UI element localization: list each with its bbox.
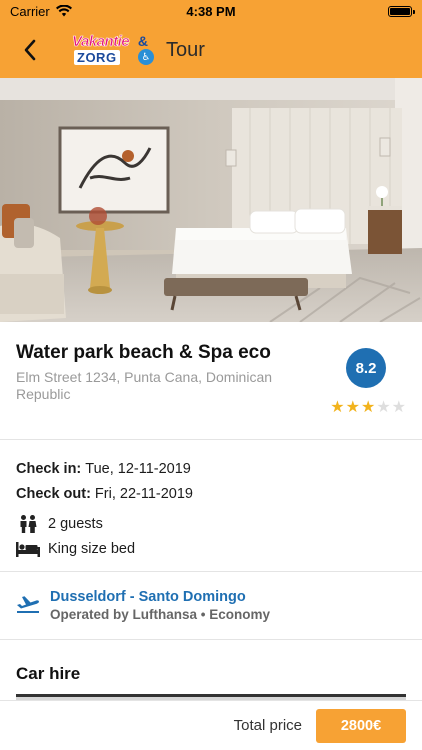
status-left: Carrier (10, 4, 72, 19)
guests-row: 2 guests (16, 511, 406, 536)
price-footer: Total price 2800€ (0, 700, 422, 750)
book-price-button[interactable]: 2800€ (316, 708, 406, 743)
check-out-label: Check out: (16, 485, 91, 502)
nav-bar: Vakantie & ZORG ♿ Tour (0, 22, 422, 78)
flight-row[interactable]: Dusseldorf - Santo Domingo Operated by L… (0, 572, 422, 640)
brand-logo: Vakantie & ZORG ♿ (72, 31, 154, 69)
page-title: Tour (166, 38, 205, 61)
rating-badge: 8.2 (346, 348, 386, 388)
bed-row: King size bed (16, 536, 406, 561)
check-in-label: Check in: (16, 460, 82, 477)
hotel-info-section: Water park beach & Spa eco Elm Street 12… (0, 322, 422, 440)
status-bar: Carrier 4:38 PM (0, 0, 422, 22)
hotel-room-image (0, 78, 422, 322)
star-rating: ★ ★ ★ ★ ★ (330, 397, 406, 417)
hotel-photo (0, 78, 422, 322)
star-icon: ★ (376, 399, 391, 416)
logo-text-top: Vakantie (72, 33, 130, 51)
flight-operator: Operated by Lufthansa • Economy (50, 607, 271, 622)
star-icon: ★ (345, 399, 360, 416)
check-out-value: Fri, 22-11-2019 (94, 485, 193, 502)
people-icon (16, 514, 40, 534)
hotel-address: Elm Street 1234, Punta Cana, Dominican R… (16, 369, 273, 402)
wheelchair-icon: ♿ (138, 49, 154, 65)
chevron-left-icon (24, 39, 36, 61)
star-icon: ★ (330, 399, 345, 416)
check-in-row: Check in: Tue, 12-11-2019 (16, 456, 406, 481)
back-button[interactable] (14, 34, 46, 66)
carrier-label: Carrier (10, 3, 50, 19)
star-icon: ★ (360, 399, 376, 416)
star-icon: ★ (391, 399, 406, 416)
wifi-icon (55, 5, 72, 17)
check-in-value: Tue, 12-11-2019 (85, 460, 191, 477)
flight-route[interactable]: Dusseldorf - Santo Domingo (50, 589, 270, 605)
logo-text-bottom: ZORG (74, 50, 120, 65)
bed-icon (16, 541, 40, 557)
logo-ampersand: & (137, 33, 148, 49)
flight-info: Dusseldorf - Santo Domingo Operated by L… (50, 589, 270, 639)
hotel-name: Water park beach & Spa eco (16, 342, 271, 363)
total-price-label: Total price (233, 717, 302, 734)
stay-details-section: Check in: Tue, 12-11-2019 Check out: Fri… (0, 440, 422, 572)
battery-icon (388, 5, 415, 17)
car-hire-section: Car hire (0, 640, 422, 704)
plane-departure-icon (16, 589, 40, 639)
bed-text: King size bed (48, 540, 136, 557)
check-out-row: Check out: Fri, 22-11-2019 (16, 481, 406, 506)
car-hire-title: Car hire (16, 664, 81, 683)
guests-text: 2 guests (48, 515, 103, 532)
